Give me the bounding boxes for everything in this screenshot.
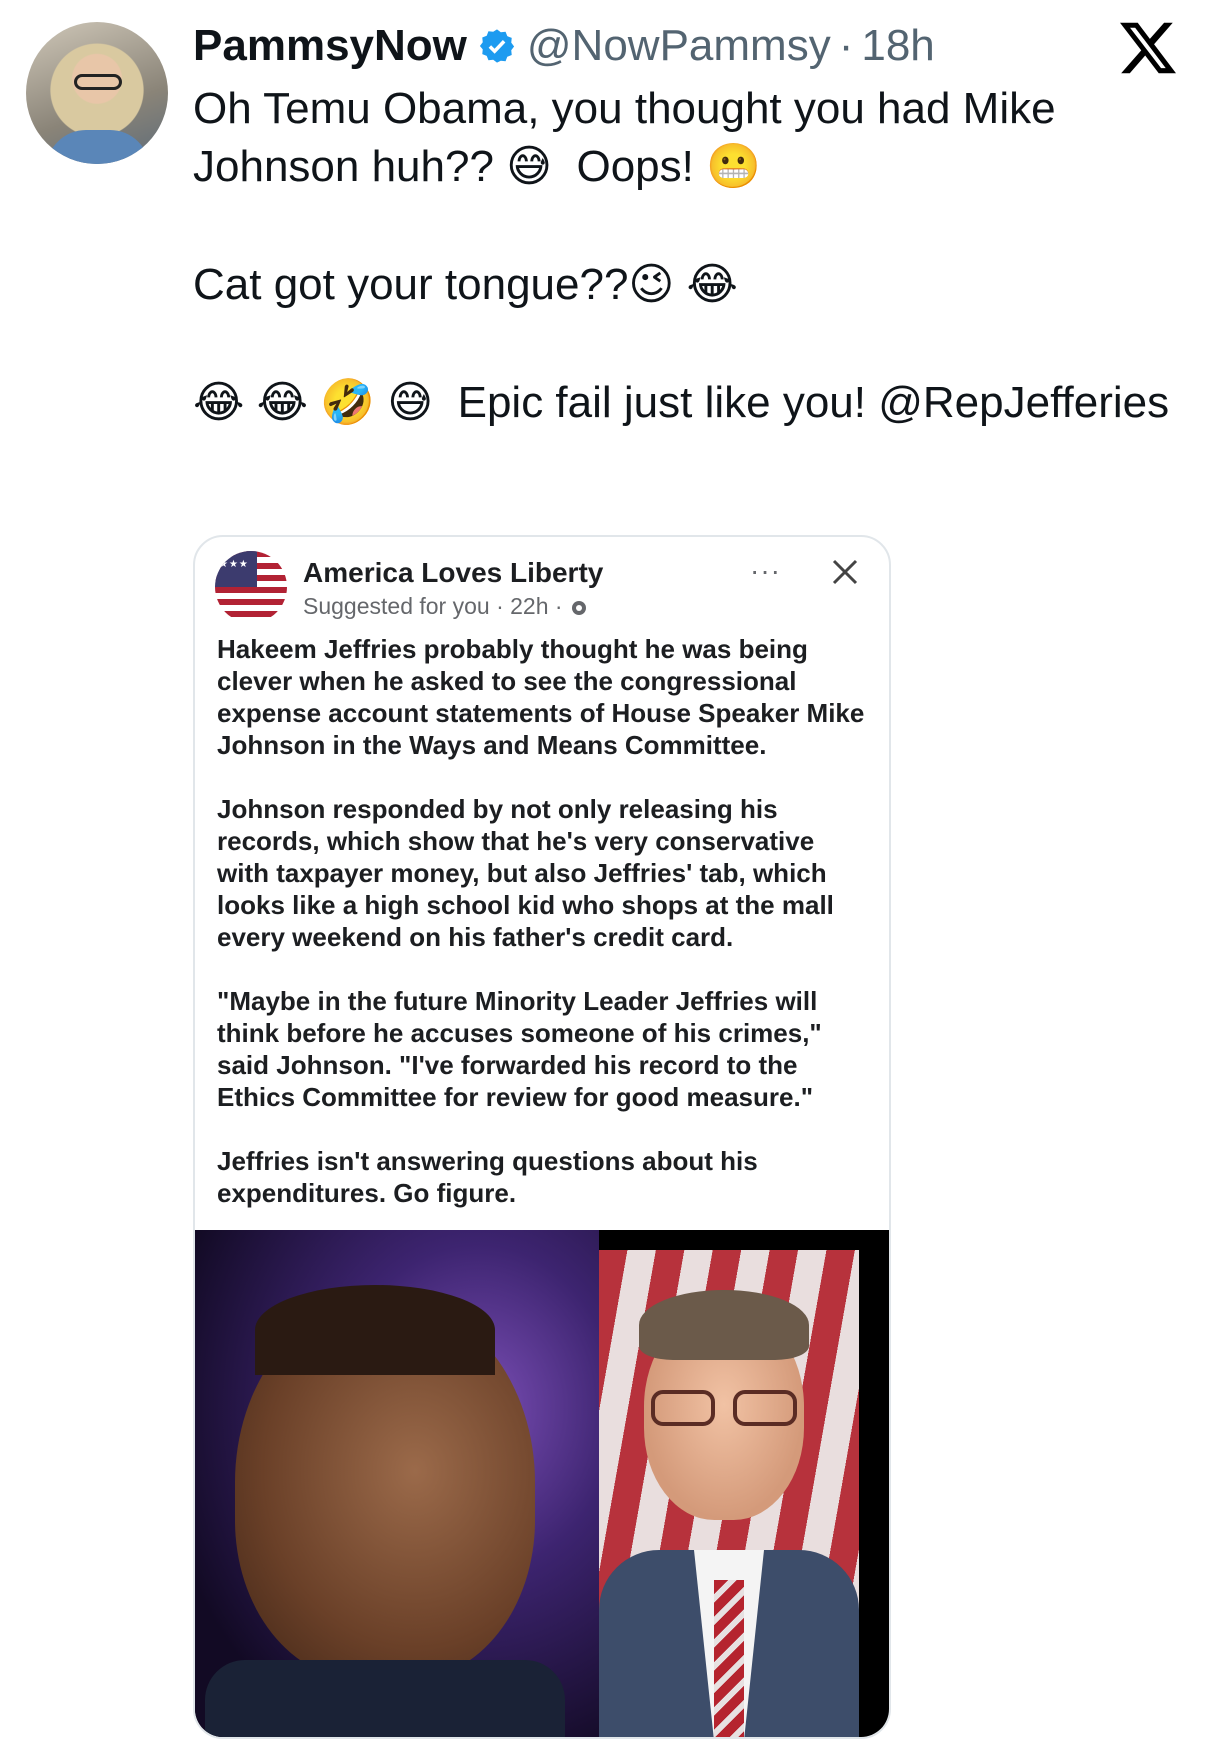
tweet-timestamp[interactable]: 18h <box>861 21 934 71</box>
tweet-header: PammsyNow @NowPammsy · 18h <box>193 16 1206 76</box>
post-paragraph: Johnson responded by not only releasing … <box>217 794 834 952</box>
post-paragraph: Jeffries isn't answering questions about… <box>217 1146 758 1208</box>
post-text: Hakeem Jeffries probably thought he was … <box>217 633 867 1241</box>
suggested-label: Suggested for you <box>303 593 490 619</box>
post-photo[interactable] <box>195 1230 889 1737</box>
post-paragraph: "Maybe in the future Minority Leader Jef… <box>217 986 822 1112</box>
portrait-hair <box>639 1290 809 1360</box>
line-spacer <box>193 314 1183 374</box>
meta-separator: · <box>548 593 563 619</box>
portrait-hair <box>255 1285 495 1375</box>
portrait-glasses <box>651 1390 797 1426</box>
embedded-screenshot-card[interactable]: America Loves Liberty Suggested for you … <box>193 535 891 1739</box>
header-separator: · <box>838 21 854 70</box>
post-time: 22h <box>510 593 549 619</box>
post-meta: Suggested for you · 22h · <box>303 593 589 620</box>
johnson-portrait <box>599 1250 859 1737</box>
page-avatar[interactable] <box>215 551 287 623</box>
more-options-icon[interactable]: ··· <box>750 555 781 587</box>
avatar-shirt <box>46 130 150 164</box>
line-spacer <box>193 196 1183 256</box>
tweet-line: 😂 😂 🤣 😅 Epic fail just like you! @RepJef… <box>193 378 1170 427</box>
tweet-body: Oh Temu Obama, you thought you had Mike … <box>193 80 1183 432</box>
avatar-glasses <box>74 74 122 90</box>
portrait-suit <box>205 1660 565 1737</box>
portrait-tie <box>714 1580 744 1737</box>
verified-badge-icon <box>477 26 517 66</box>
gear-icon <box>569 597 589 617</box>
meta-separator: · <box>489 593 511 619</box>
author-name[interactable]: PammsyNow <box>193 21 467 71</box>
tweet-line: Cat got your tongue??😉 😂 <box>193 260 738 309</box>
flag-canton <box>215 551 257 587</box>
author-handle[interactable]: @NowPammsy <box>527 21 831 71</box>
x-logo-icon <box>1120 20 1176 76</box>
close-icon[interactable] <box>830 557 860 587</box>
author-avatar[interactable] <box>26 22 168 164</box>
post-header: America Loves Liberty Suggested for you … <box>195 537 889 632</box>
page-name[interactable]: America Loves Liberty <box>303 557 603 589</box>
tweet-line: Oh Temu Obama, you thought you had Mike … <box>193 84 1068 191</box>
jeffries-portrait <box>195 1230 599 1737</box>
post-paragraph: Hakeem Jeffries probably thought he was … <box>217 634 865 760</box>
